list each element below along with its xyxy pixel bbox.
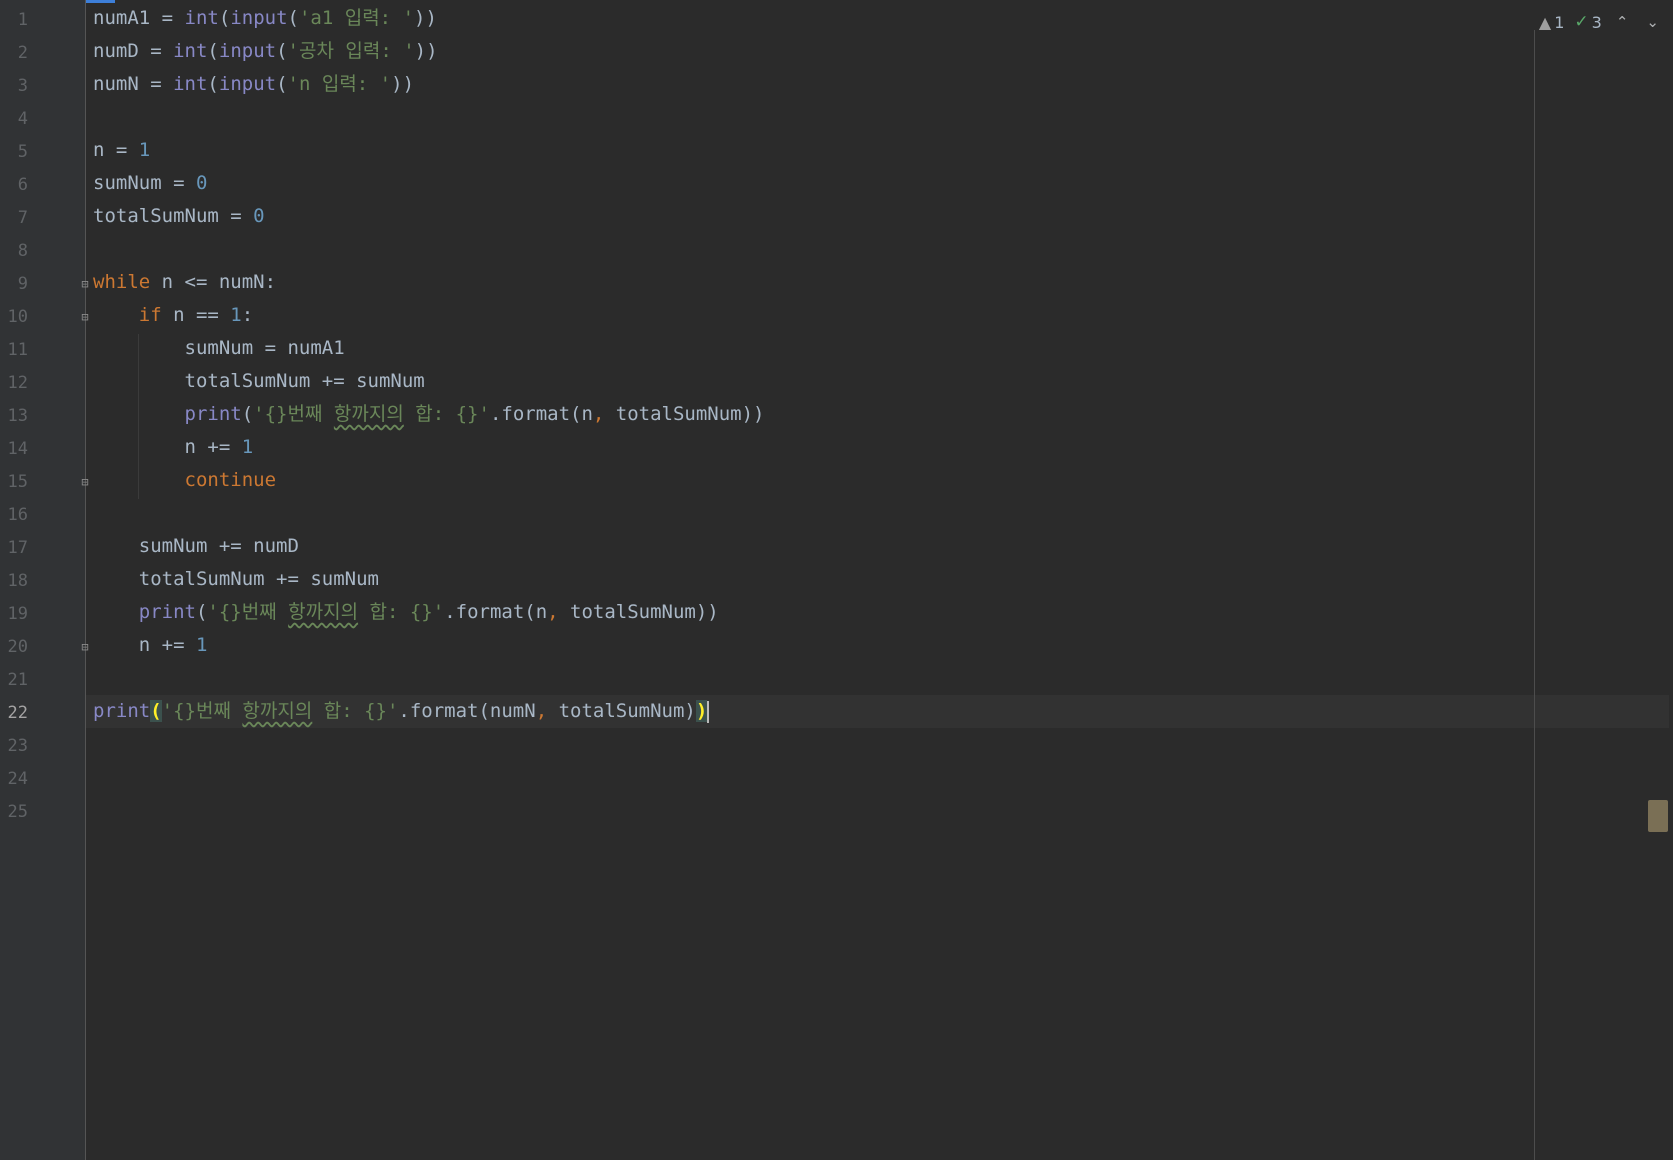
line-number: 2 [17,43,28,63]
code-line-11[interactable]: sumNum = numA1 [93,332,345,365]
line-number: 13 [7,406,28,426]
code-line-18[interactable]: totalSumNum += sumNum [93,563,379,596]
ok-count: 3 [1591,12,1602,32]
line-number: 21 [7,670,28,690]
line-number: 16 [7,505,28,525]
line-number: 18 [7,571,28,591]
code-line-6[interactable]: sumNum = 0 [93,167,207,200]
next-highlight-icon[interactable]: ⌄ [1642,13,1663,31]
fold-collapse-icon[interactable]: ⊟ [78,310,92,324]
warning-icon: ▲ [1538,12,1552,32]
line-number: 9 [17,274,28,294]
code-line-15[interactable]: continue [93,464,277,497]
line-number: 10 [7,307,28,327]
right-margin-guide [1534,30,1535,1160]
code-line-7[interactable]: totalSumNum = 0 [93,200,265,233]
line-number: 6 [17,175,28,195]
code-line-20[interactable]: n += 1 [93,629,208,662]
code-line-12[interactable]: totalSumNum += sumNum [93,365,425,398]
code-line-19[interactable]: print('{}번째 항까지의 합: {}'.format(n, totalS… [93,596,719,629]
line-number: 23 [7,736,28,756]
line-number-current: 22 [7,703,28,723]
inspection-widget[interactable]: ▲ 1 ✓ 3 ⌃ ⌄ [1539,8,1663,36]
ok-indicator[interactable]: ✓ 3 [1574,12,1601,32]
line-number: 8 [17,241,28,261]
line-number: 12 [7,373,28,393]
line-number: 25 [7,802,28,822]
line-number: 7 [17,208,28,228]
code-line-9[interactable]: while n <= numN: [93,266,276,299]
fold-end-icon[interactable]: ⊟ [78,475,92,489]
line-number: 17 [7,538,28,558]
line-number: 14 [7,439,28,459]
line-number: 4 [17,109,28,129]
line-number: 19 [7,604,28,624]
code-editor[interactable]: 1 2 3 4 5 6 7 8 9 10 11 12 13 14 15 16 1… [0,0,1673,1160]
line-number: 3 [17,76,28,96]
code-line-13[interactable]: print('{}번째 항까지의 합: {}'.format(n, totalS… [93,398,765,431]
check-icon: ✓ [1574,12,1589,32]
code-line-2[interactable]: numD = int(input('공차 입력: ')) [93,35,438,68]
warning-indicator[interactable]: ▲ 1 [1539,13,1565,32]
code-line-10[interactable]: if n == 1: [93,299,253,332]
code-line-5[interactable]: n = 1 [93,134,150,167]
line-number-gutter[interactable]: 1 2 3 4 5 6 7 8 9 10 11 12 13 14 15 16 1… [0,0,86,1160]
code-line-1[interactable]: numA1 = int(input('a1 입력: ')) [93,2,437,35]
fold-end-icon[interactable]: ⊟ [78,640,92,654]
scrollbar-marker[interactable] [1648,800,1668,832]
line-number: 1 [17,10,28,30]
line-number: 15 [7,472,28,492]
code-line-3[interactable]: numN = int(input('n 입력: ')) [93,68,414,101]
line-number: 24 [7,769,28,789]
code-line-22[interactable]: print('{}번째 항까지의 합: {}'.format(numN, tot… [93,695,710,728]
line-number: 20 [7,637,28,657]
fold-collapse-icon[interactable]: ⊟ [78,277,92,291]
text-caret [707,700,710,723]
code-line-14[interactable]: n += 1 [93,431,254,464]
line-number: 5 [17,142,28,162]
warning-count: 1 [1554,12,1565,32]
line-number: 11 [7,340,28,360]
code-line-17[interactable]: sumNum += numD [93,530,299,563]
previous-highlight-icon[interactable]: ⌃ [1612,13,1633,31]
